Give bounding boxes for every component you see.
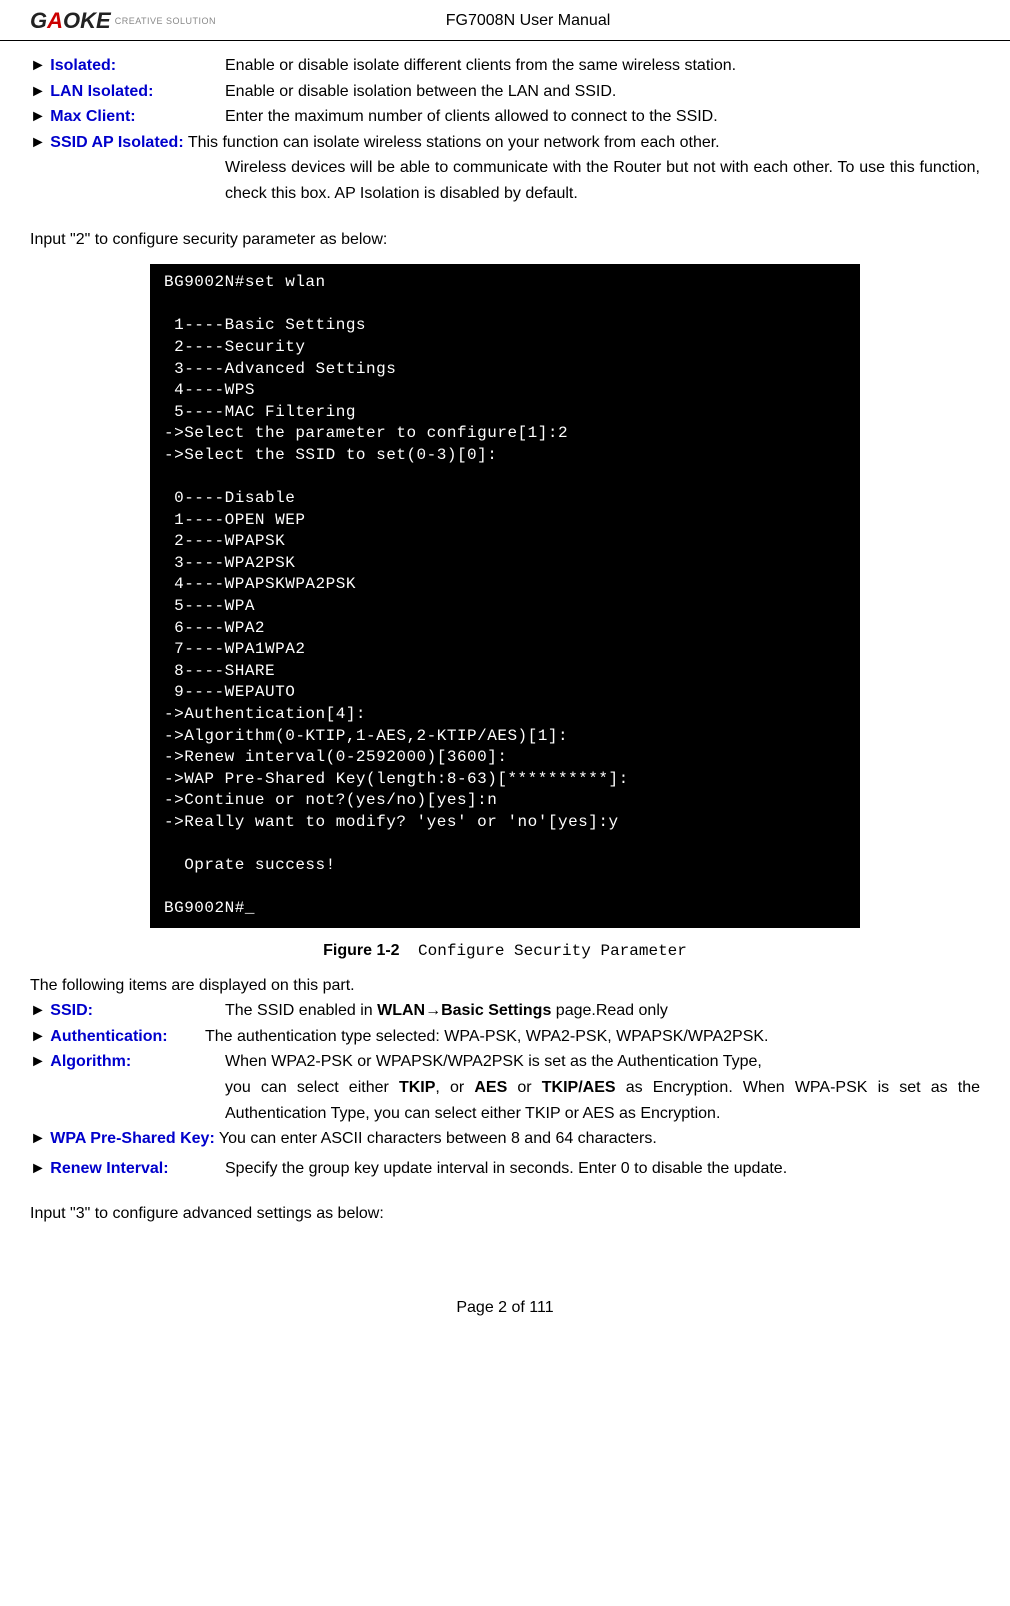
def-max-client: ► Max Client: Enter the maximum number o…	[30, 104, 980, 130]
def-algorithm-cont: you can select either TKIP, or AES or TK…	[225, 1075, 980, 1126]
algo-b2: AES	[474, 1079, 507, 1096]
term-isolated: Isolated:	[50, 57, 116, 74]
page-footer: Page 2 of 111	[0, 1299, 1010, 1337]
term-max-client: Max Client:	[50, 108, 135, 125]
def-ssid: ► SSID: The SSID enabled in WLAN→Basic S…	[30, 998, 980, 1024]
algo-b3: TKIP/AES	[542, 1079, 616, 1096]
term-lan-isolated: LAN Isolated:	[50, 83, 153, 100]
ssid-post: page.Read only	[551, 1002, 668, 1019]
def-lan-isolated: ► LAN Isolated: Enable or disable isolat…	[30, 79, 980, 105]
document-title: FG7008N User Manual	[446, 12, 611, 30]
term-authentication: Authentication:	[50, 1028, 167, 1045]
logo-text: GAOKE	[30, 8, 111, 34]
def-algorithm-text: When WPA2-PSK or WPAPSK/WPA2PSK is set a…	[225, 1049, 762, 1075]
figure-number: Figure 1-2	[323, 942, 399, 959]
para-input-2: Input "2" to configure security paramete…	[30, 227, 980, 253]
algo-mid1: , or	[435, 1079, 474, 1096]
algo-b1: TKIP	[399, 1079, 435, 1096]
def-lan-isolated-text: Enable or disable isolation between the …	[225, 79, 616, 105]
def-algorithm: ► Algorithm: When WPA2-PSK or WPAPSK/WPA…	[30, 1049, 980, 1126]
ssid-bold1: WLAN	[377, 1002, 425, 1019]
def-ssid-text: The SSID enabled in WLAN→Basic Settings …	[225, 998, 668, 1024]
def-authentication-text: The authentication type selected: WPA-PS…	[205, 1024, 768, 1050]
def-isolated-text: Enable or disable isolate different clie…	[225, 53, 736, 79]
ssid-bold2: Basic Settings	[441, 1002, 551, 1019]
term-wpa-key: WPA Pre-Shared Key:	[50, 1130, 214, 1147]
algo-mid2: or	[507, 1079, 542, 1096]
para-input-3: Input "3" to configure advanced settings…	[30, 1201, 980, 1227]
figure-title: Configure Security Parameter	[418, 942, 687, 960]
logo-tagline: CREATIVE SOLUTION	[115, 16, 216, 26]
def-max-client-text: Enter the maximum number of clients allo…	[225, 104, 718, 130]
ssid-arrow: →	[425, 1002, 441, 1019]
term-ssid-ap-isolated: SSID AP Isolated:	[50, 134, 183, 151]
figure-caption: Figure 1-2 Configure Security Parameter	[30, 938, 980, 965]
term-algorithm: Algorithm:	[50, 1053, 131, 1070]
terminal-screenshot: BG9002N#set wlan 1----Basic Settings 2--…	[150, 264, 860, 928]
page-header: GAOKE CREATIVE SOLUTION FG7008N User Man…	[0, 0, 1010, 41]
ssid-pre: The SSID enabled in	[225, 1002, 377, 1019]
def-renew-interval: ► Renew Interval: Specify the group key …	[30, 1156, 980, 1182]
def-authentication: ► Authentication: The authentication typ…	[30, 1024, 980, 1050]
def-wpa-key-text: You can enter ASCII characters between 8…	[215, 1130, 657, 1147]
def-ssid-ap-isolated: ► SSID AP Isolated: This function can is…	[30, 130, 980, 207]
def-wpa-key: ► WPA Pre-Shared Key: You can enter ASCI…	[30, 1126, 980, 1152]
def-isolated: ► Isolated: Enable or disable isolate di…	[30, 53, 980, 79]
term-renew-interval: Renew Interval:	[50, 1160, 168, 1177]
page-content: ► Isolated: Enable or disable isolate di…	[0, 41, 1010, 1259]
def-renew-interval-text: Specify the group key update interval in…	[225, 1156, 787, 1182]
logo-area: GAOKE CREATIVE SOLUTION	[30, 8, 216, 34]
following-items-text: The following items are displayed on thi…	[30, 973, 980, 999]
term-ssid: SSID:	[50, 1002, 93, 1019]
